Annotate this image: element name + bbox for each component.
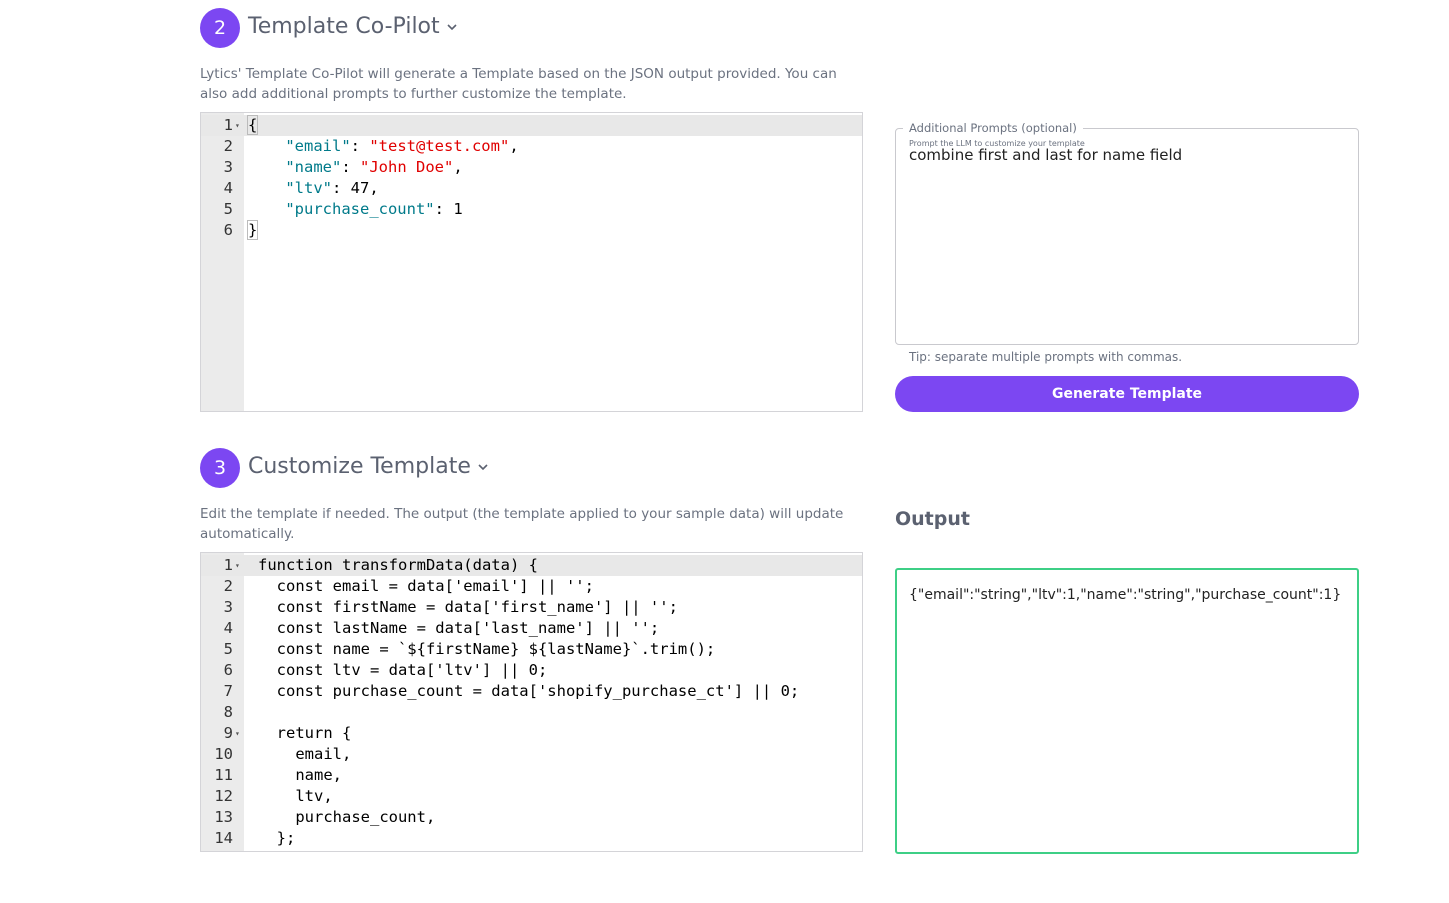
generate-template-button[interactable]: Generate Template bbox=[895, 376, 1359, 412]
code-text: const lastName = data['last_name'] || ''… bbox=[258, 619, 660, 637]
line-number: 13 bbox=[214, 808, 233, 826]
line-number: 1 bbox=[223, 116, 233, 134]
step-3-title: Customize Template bbox=[248, 454, 471, 479]
output-box bbox=[895, 568, 1359, 854]
code-text: } bbox=[246, 220, 259, 240]
code-text: return { bbox=[258, 724, 352, 742]
step-3-description: Edit the template if needed. The output … bbox=[200, 506, 844, 542]
json-editor[interactable]: 1 ▾{2 "email": "test@test.com", 3 "name": … bbox=[200, 112, 863, 412]
line-number: 2 bbox=[223, 137, 233, 155]
code-text: const firstName = data['first_name'] || … bbox=[258, 598, 678, 616]
step-2-number: 2 bbox=[213, 17, 227, 39]
line-number: 5 bbox=[223, 200, 233, 218]
code-text: const purchase_count = data['shopify_pur… bbox=[258, 682, 800, 700]
prompts-tip: Tip: separate multiple prompts with comm… bbox=[909, 350, 1183, 364]
prompts-label: Additional Prompts (optional) bbox=[903, 121, 1083, 135]
code-text: purchase_count, bbox=[258, 808, 436, 826]
prompts-input[interactable]: combine first and last for name field bbox=[909, 146, 1349, 164]
code-text: const name = `${firstName} ${lastName}`.… bbox=[258, 640, 716, 658]
step-2-badge: 2 bbox=[200, 8, 240, 48]
output-value: {"email":"string","ltv":1,"name":"string… bbox=[909, 587, 1342, 603]
line-number: 6 bbox=[223, 661, 233, 679]
step-3-header[interactable]: Customize Template bbox=[248, 454, 489, 479]
line-number: 12 bbox=[214, 787, 233, 805]
fold-arrow-icon[interactable]: ▾ bbox=[235, 115, 240, 136]
code-line[interactable]: 4 "ltv": 47, bbox=[201, 178, 862, 199]
code-line[interactable]: 1 ▾ function transformData(data) { bbox=[201, 555, 862, 576]
chevron-down-icon[interactable] bbox=[477, 461, 489, 473]
line-number: 7 bbox=[223, 682, 233, 700]
fold-arrow-icon[interactable]: ▾ bbox=[235, 555, 240, 576]
code-line[interactable]: 3 "name": "John Doe", bbox=[201, 157, 862, 178]
step-2-description: Lytics' Template Co-Pilot will generate … bbox=[200, 66, 837, 102]
line-number: 5 bbox=[223, 640, 233, 658]
code-text: "email": "test@test.com", bbox=[285, 137, 519, 155]
code-line[interactable]: 8 bbox=[201, 702, 862, 723]
code-text: }; bbox=[258, 829, 296, 847]
line-number: 1 bbox=[223, 556, 233, 574]
code-text: email, bbox=[258, 745, 352, 763]
code-text: name, bbox=[258, 766, 342, 784]
line-number: 8 bbox=[223, 703, 233, 721]
line-number: 4 bbox=[223, 179, 233, 197]
step-2-title: Template Co-Pilot bbox=[248, 14, 440, 39]
line-number: 3 bbox=[223, 598, 233, 616]
code-text: ltv, bbox=[258, 787, 333, 805]
chevron-down-icon[interactable] bbox=[446, 21, 458, 33]
line-number: 14 bbox=[214, 829, 233, 847]
code-line[interactable]: 6} bbox=[201, 220, 862, 241]
code-text: function transformData(data) { bbox=[258, 556, 538, 574]
line-number: 9 bbox=[223, 724, 233, 742]
code-line[interactable]: 4 const lastName = data['last_name'] || … bbox=[201, 618, 862, 639]
code-line[interactable]: 13 purchase_count, bbox=[201, 807, 862, 828]
fold-arrow-icon[interactable]: ▾ bbox=[235, 723, 240, 744]
code-line[interactable]: 14 }; bbox=[201, 828, 862, 849]
line-number: 2 bbox=[223, 577, 233, 595]
code-text: "name": "John Doe", bbox=[285, 158, 463, 176]
code-line[interactable]: 11 name, bbox=[201, 765, 862, 786]
line-number: 3 bbox=[223, 158, 233, 176]
code-line[interactable]: 10 email, bbox=[201, 744, 862, 765]
code-line[interactable]: 2 "email": "test@test.com", bbox=[201, 136, 862, 157]
line-number: 10 bbox=[214, 745, 233, 763]
code-line[interactable]: 12 ltv, bbox=[201, 786, 862, 807]
template-code-editor[interactable]: 1 ▾ function transformData(data) {2 const … bbox=[200, 552, 863, 852]
code-line[interactable]: 9 ▾ return { bbox=[201, 723, 862, 744]
code-text: const ltv = data['ltv'] || 0; bbox=[258, 661, 548, 679]
code-line[interactable]: 7 const purchase_count = data['shopify_p… bbox=[201, 681, 862, 702]
code-text: { bbox=[246, 115, 259, 135]
line-number: 11 bbox=[214, 766, 233, 784]
line-number: 6 bbox=[223, 221, 233, 239]
step-2-header[interactable]: Template Co-Pilot bbox=[248, 14, 458, 39]
code-line[interactable]: 1 ▾ { bbox=[201, 115, 862, 136]
code-text: "ltv": 47, bbox=[285, 179, 379, 197]
step-3-number: 3 bbox=[213, 457, 227, 479]
code-line[interactable]: 5 "purchase_count": 1 bbox=[201, 199, 862, 220]
line-number: 4 bbox=[223, 619, 233, 637]
code-text: const email = data['email'] || ''; bbox=[258, 577, 594, 595]
output-title: Output bbox=[895, 508, 970, 530]
code-line[interactable]: 5 const name = `${firstName} ${lastName}… bbox=[201, 639, 862, 660]
code-line[interactable]: 3 const firstName = data['first_name'] |… bbox=[201, 597, 862, 618]
step-3-badge: 3 bbox=[200, 448, 240, 488]
code-line[interactable]: 6 const ltv = data['ltv'] || 0; bbox=[201, 660, 862, 681]
code-text: "purchase_count": 1 bbox=[285, 200, 463, 218]
code-line[interactable]: 2 const email = data['email'] || ''; bbox=[201, 576, 862, 597]
